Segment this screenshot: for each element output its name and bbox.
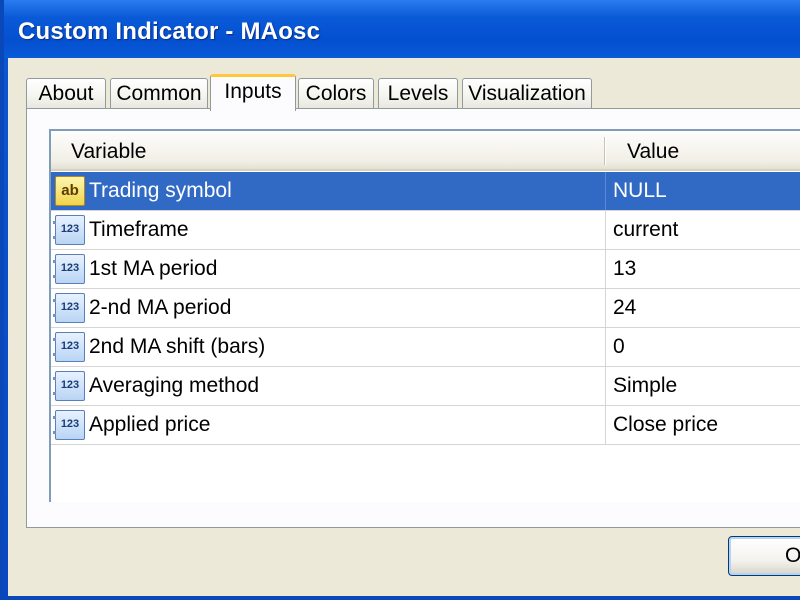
ok-button[interactable]: OK	[728, 536, 800, 576]
variable-value[interactable]: 13	[613, 257, 636, 281]
number-type-icon: 123	[53, 332, 85, 362]
table-row[interactable]: 123 2nd MA shift (bars) 0	[51, 328, 800, 367]
variable-name: Trading symbol	[89, 179, 232, 202]
tab-common[interactable]: Common	[110, 78, 208, 110]
variable-name: 1st MA period	[89, 257, 218, 280]
inputs-panel: Variable Value ab Trading symbol NULL 123 Ti…	[26, 108, 800, 528]
cell-divider	[605, 211, 606, 249]
cell-divider	[605, 172, 606, 210]
column-divider[interactable]	[604, 137, 606, 165]
cell-divider	[605, 328, 606, 366]
cell-divider	[605, 289, 606, 327]
variable-name: Averaging method	[89, 374, 260, 397]
variable-value[interactable]: Simple	[613, 374, 677, 398]
tab-levels[interactable]: Levels	[378, 78, 458, 110]
tab-colors[interactable]: Colors	[298, 78, 374, 110]
grid-header: Variable Value	[51, 131, 800, 171]
table-row[interactable]: 123 Timeframe current	[51, 211, 800, 250]
table-row[interactable]: ab Trading symbol NULL	[51, 172, 800, 211]
table-row[interactable]: 123 Averaging method Simple	[51, 367, 800, 406]
window-title: Custom Indicator - MAosc	[18, 18, 321, 45]
inputs-grid: Variable Value ab Trading symbol NULL 123 Ti…	[49, 129, 800, 502]
variable-name: Applied price	[89, 413, 211, 436]
cell-divider	[605, 406, 606, 444]
tab-inputs[interactable]: Inputs	[210, 74, 296, 111]
number-type-icon: 123	[53, 410, 85, 440]
cell-divider	[605, 367, 606, 405]
variable-value[interactable]: 24	[613, 296, 636, 320]
variable-value[interactable]: NULL	[613, 179, 667, 203]
cell-divider	[605, 250, 606, 288]
variable-value[interactable]: 0	[613, 335, 625, 359]
table-row[interactable]: 123 Applied price Close price	[51, 406, 800, 445]
number-type-icon: 123	[53, 254, 85, 284]
table-row[interactable]: 123 2-nd MA period 24	[51, 289, 800, 328]
column-header-value[interactable]: Value	[627, 140, 679, 164]
variable-value[interactable]: Close price	[613, 413, 718, 437]
table-row[interactable]: 123 1st MA period 13	[51, 250, 800, 289]
variable-name: 2-nd MA period	[89, 296, 232, 319]
number-type-icon: 123	[53, 293, 85, 323]
dialog-client-area: About Common Inputs Colors Levels Visual…	[8, 58, 800, 596]
variable-name: Timeframe	[89, 218, 189, 241]
title-bar[interactable]: Custom Indicator - MAosc	[4, 0, 800, 58]
tab-visualization[interactable]: Visualization	[462, 78, 592, 110]
number-type-icon: 123	[53, 215, 85, 245]
number-type-icon: 123	[53, 371, 85, 401]
dialog-window: Custom Indicator - MAosc About Common In…	[0, 0, 800, 600]
variable-value[interactable]: current	[613, 218, 678, 242]
variable-name: 2nd MA shift (bars)	[89, 335, 266, 358]
column-header-variable[interactable]: Variable	[71, 140, 147, 164]
string-type-icon: ab	[55, 176, 85, 206]
tab-about[interactable]: About	[26, 78, 106, 110]
